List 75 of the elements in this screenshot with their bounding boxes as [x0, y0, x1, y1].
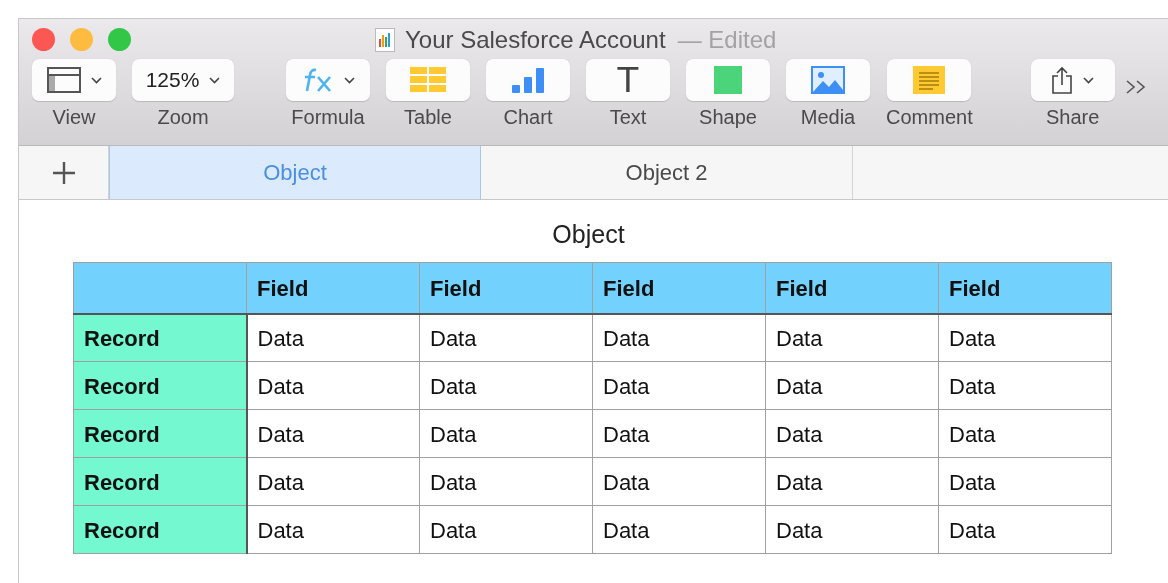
row-header-cell: Record	[73, 457, 247, 506]
table-cell: Data	[938, 313, 1112, 362]
table-cell: Data	[765, 361, 939, 410]
table-cell: Data	[419, 313, 593, 362]
caret-icon	[209, 76, 221, 84]
table-cell: Data	[246, 361, 420, 410]
header-cell: Field	[592, 262, 766, 314]
toolbar-label: Chart	[503, 106, 553, 129]
row-header-cell: Record	[73, 361, 247, 410]
table-title: Object	[551, 220, 626, 249]
table-cell: Data	[419, 361, 593, 410]
toolbar-label: Media	[800, 106, 856, 129]
more-icon[interactable]	[1124, 79, 1147, 95]
comment-button[interactable]	[887, 59, 972, 101]
toolbar-label: Text	[609, 106, 647, 129]
note-icon	[913, 66, 946, 94]
table-cell: Data	[938, 457, 1112, 506]
toolbar-label: Table	[404, 106, 452, 129]
share-button[interactable]	[1030, 59, 1115, 101]
toolbar-label: Shape	[699, 106, 757, 129]
table-cell: Data	[246, 313, 420, 362]
caret-icon	[90, 76, 102, 84]
table-cell: Data	[419, 505, 593, 554]
square-icon	[714, 66, 742, 94]
view-button[interactable]	[32, 59, 116, 101]
row-header-cell: Record	[73, 409, 247, 458]
shape-button[interactable]	[686, 59, 770, 101]
table-cell: Data	[765, 409, 939, 458]
zoom-button[interactable]: 125%	[132, 59, 234, 101]
header-cell: Field	[765, 262, 939, 314]
header-cell: Field	[246, 262, 420, 314]
header-cell: Field	[938, 262, 1112, 314]
caret-icon	[1083, 76, 1095, 84]
table-cell: Data	[938, 361, 1112, 410]
header-cell: Field	[419, 262, 593, 314]
row-header-cell: Record	[73, 313, 247, 362]
minimize-button[interactable]	[70, 27, 93, 51]
toolbar-label: Formula	[291, 106, 365, 129]
table-cell: Data	[765, 313, 939, 362]
share-icon	[1051, 66, 1074, 94]
window-title: Your Salesforce Account	[405, 26, 666, 54]
table-cell: Data	[246, 505, 420, 554]
table-cell: Data	[419, 409, 593, 458]
table-cell: Data	[938, 409, 1112, 458]
table-cell: Data	[765, 505, 939, 554]
table-cell: Data	[419, 457, 593, 506]
table-cell: Data	[765, 457, 939, 506]
plus-icon	[51, 160, 76, 185]
zoom-button[interactable]	[108, 27, 131, 51]
table-cell: Data	[246, 457, 420, 506]
chart-button[interactable]	[486, 59, 570, 101]
toolbar-label: Comment	[886, 106, 973, 129]
layout-icon	[46, 67, 81, 93]
media-button[interactable]	[786, 59, 870, 101]
toolbar-label: View	[52, 106, 96, 129]
bar-chart-icon	[510, 67, 546, 93]
formula-button[interactable]	[286, 59, 370, 101]
table-cell: Data	[246, 409, 420, 458]
table-icon	[410, 67, 446, 93]
table-button[interactable]	[386, 59, 470, 101]
toolbar-label: Share	[1046, 106, 1100, 129]
toolbar-label: Zoom	[157, 106, 209, 129]
table-cell: Data	[592, 409, 766, 458]
row-header-cell: Record	[73, 505, 247, 554]
document-icon	[375, 28, 395, 52]
table-cell: Data	[592, 457, 766, 506]
table-cell: Data	[938, 505, 1112, 554]
close-button[interactable]	[32, 27, 55, 51]
image-icon	[811, 66, 845, 94]
edited-status: — Edited	[677, 26, 777, 54]
table-cell: Data	[592, 361, 766, 410]
text-button[interactable]: T	[586, 59, 670, 101]
caret-icon	[343, 76, 355, 84]
table-cell: Data	[592, 505, 766, 554]
table-cell: Data	[592, 313, 766, 362]
